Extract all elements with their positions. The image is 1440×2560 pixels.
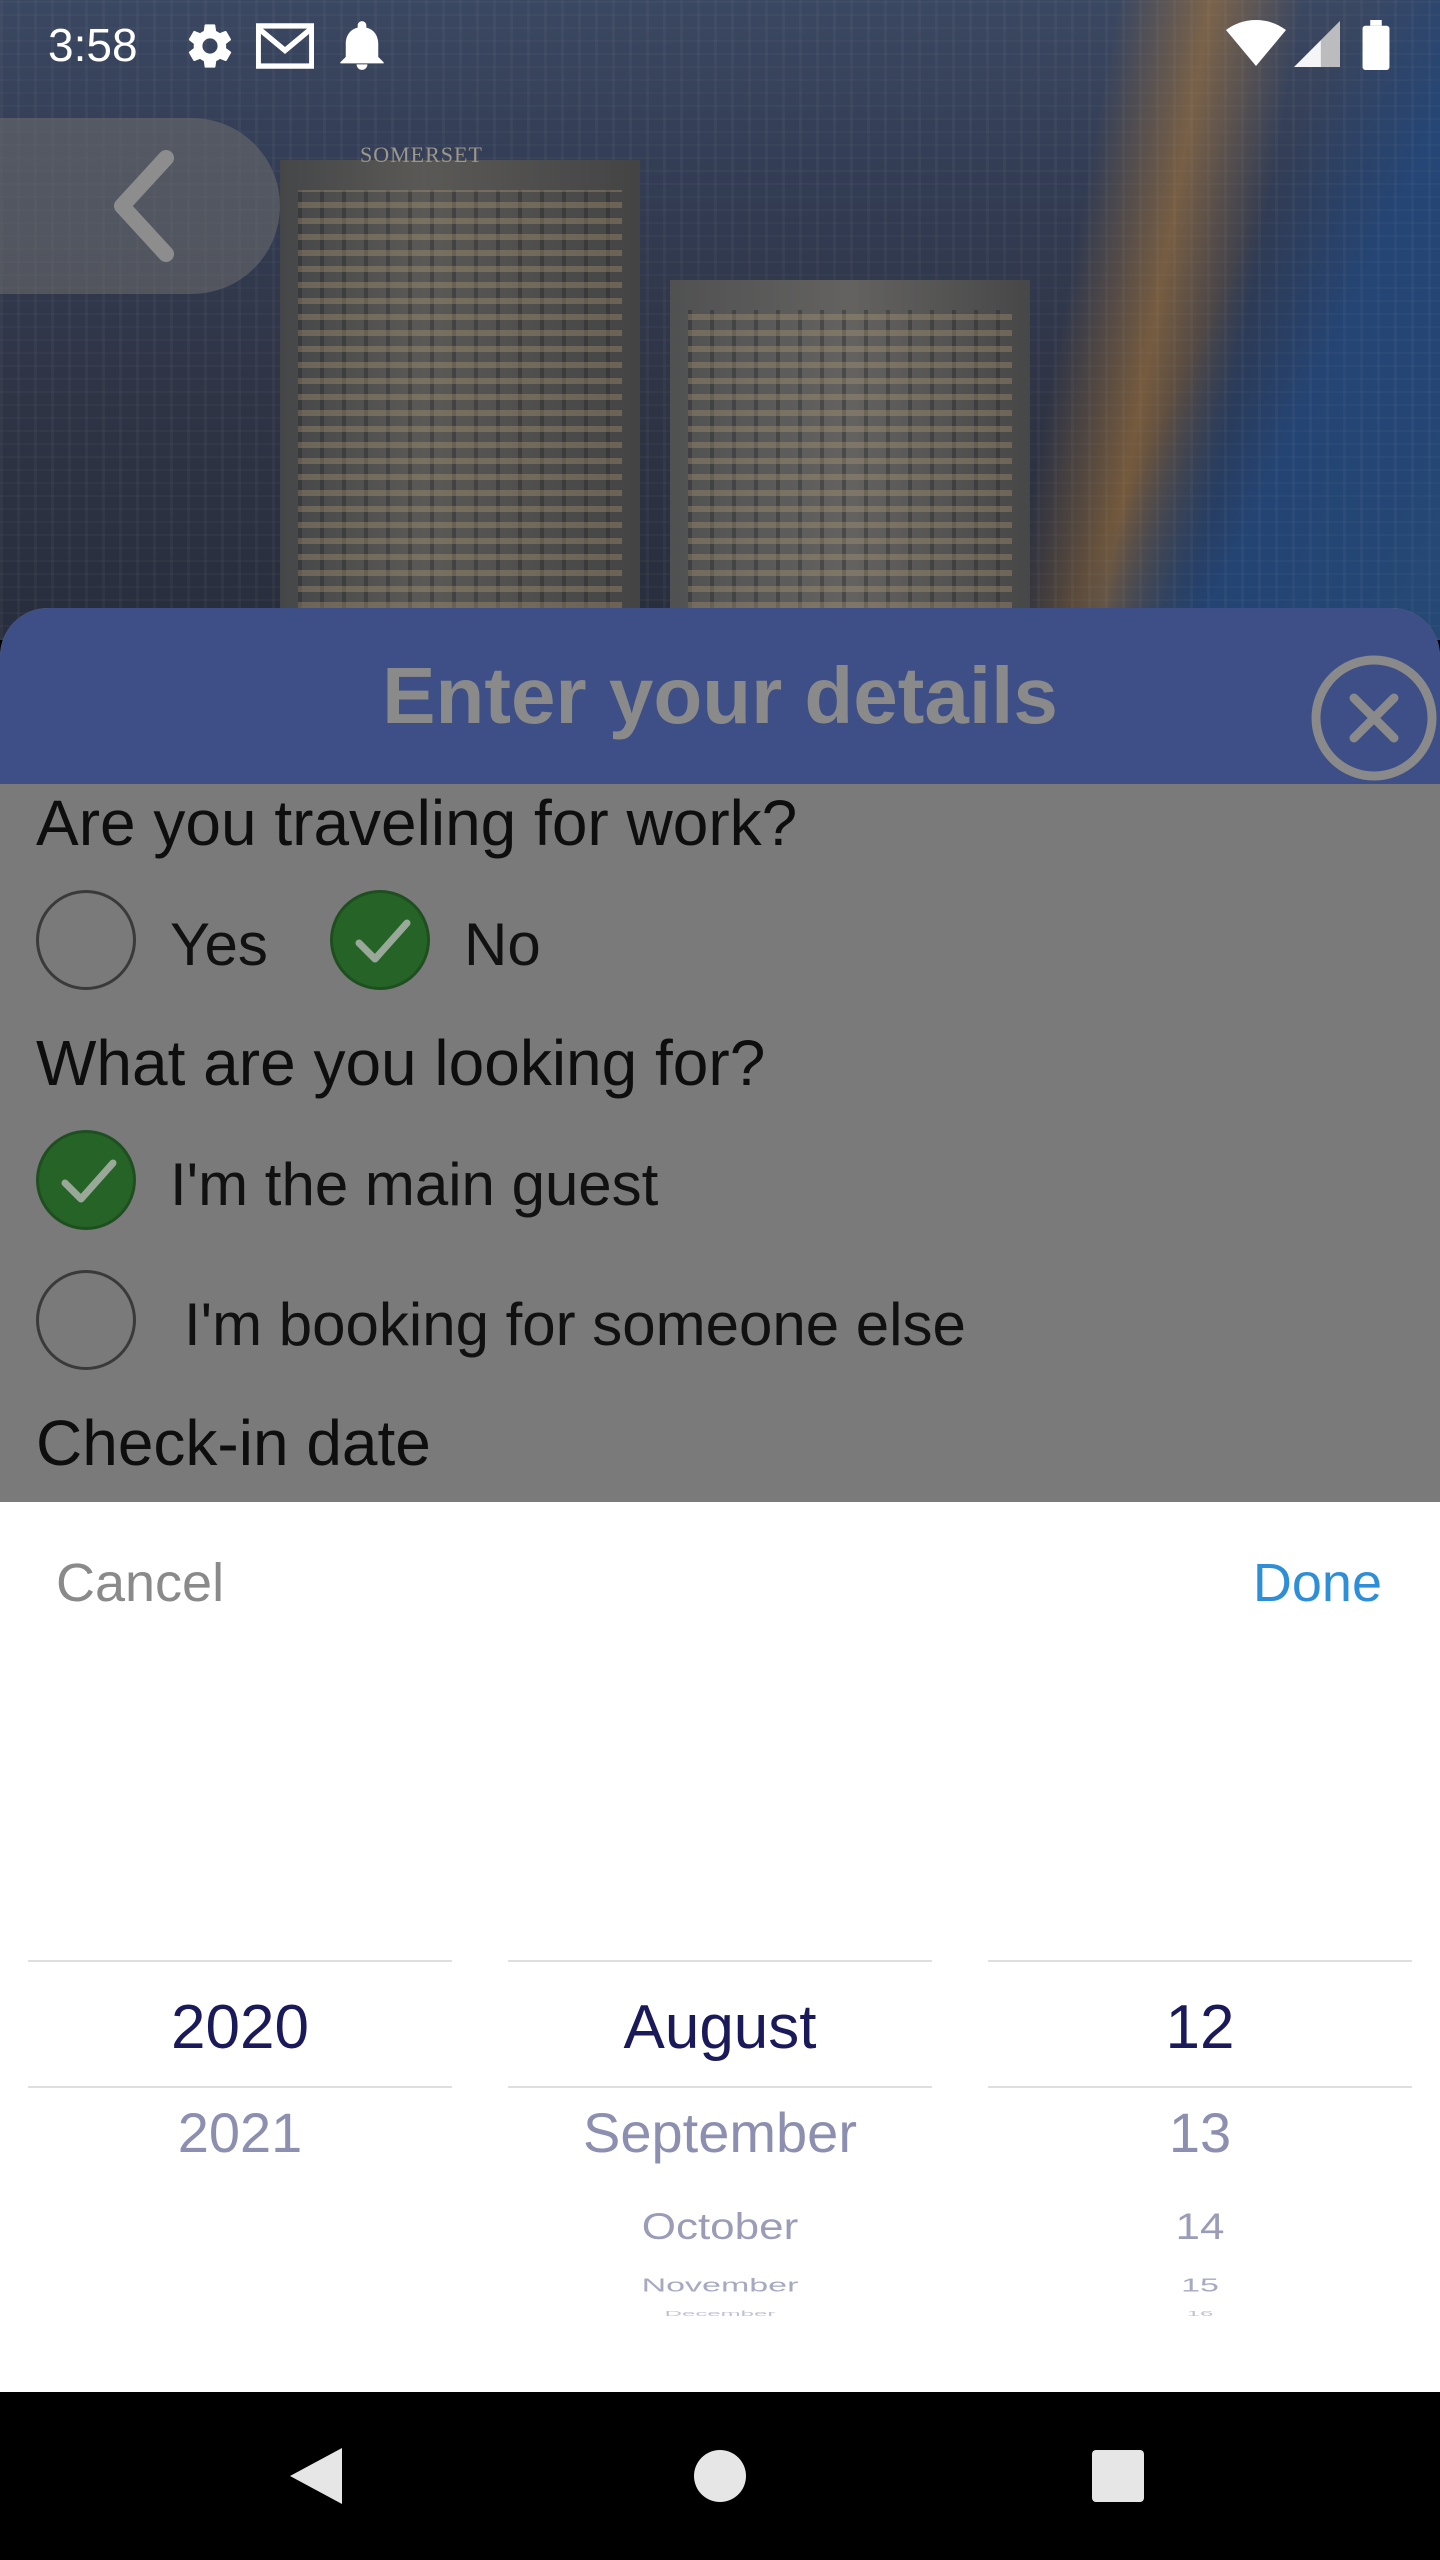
day-option[interactable]: 13	[988, 2100, 1412, 2165]
radio-work-yes-label[interactable]: Yes	[170, 910, 268, 979]
month-option[interactable]: December	[508, 2310, 932, 2318]
bell-icon	[340, 21, 384, 70]
radio-someone-else[interactable]	[36, 1270, 136, 1370]
done-button[interactable]: Done	[1253, 1552, 1382, 1614]
battery-icon	[1362, 20, 1390, 70]
sheet-title: Enter your details	[382, 651, 1058, 740]
month-option[interactable]: October	[508, 2206, 932, 2249]
chevron-left-icon	[114, 150, 174, 262]
radio-main-guest[interactable]	[36, 1130, 136, 1230]
radio-someone-else-label[interactable]: I'm booking for someone else	[184, 1290, 966, 1359]
radio-main-guest-label[interactable]: I'm the main guest	[170, 1150, 658, 1219]
month-option[interactable]: November	[508, 2275, 932, 2296]
radio-work-yes[interactable]	[36, 890, 136, 990]
cancel-button[interactable]: Cancel	[56, 1552, 224, 1614]
gear-icon	[188, 24, 232, 68]
gmail-icon	[256, 23, 314, 69]
looking-question: What are you looking for?	[36, 1027, 766, 1099]
day-option[interactable]: 16	[988, 2310, 1412, 2318]
close-icon	[1311, 655, 1437, 781]
work-question: Are you traveling for work?	[36, 787, 798, 859]
checkmark-icon	[355, 919, 411, 963]
day-option[interactable]: 14	[988, 2206, 1412, 2249]
wifi-icon	[1226, 20, 1286, 66]
nav-home-icon[interactable]	[692, 2448, 748, 2504]
year-option[interactable]: 2021	[28, 2100, 452, 2165]
year-selected[interactable]: 2020	[28, 1992, 452, 2063]
details-sheet: Enter your details Are you traveling for…	[0, 608, 1440, 1502]
checkmark-icon	[61, 1159, 117, 1203]
month-selected[interactable]: August	[508, 1992, 932, 2063]
hero-image: SOMERSET	[0, 0, 1440, 640]
close-button[interactable]	[1311, 655, 1437, 781]
status-time: 3:58	[48, 19, 138, 71]
day-selected[interactable]: 12	[988, 1992, 1412, 2063]
radio-work-no[interactable]	[330, 890, 430, 990]
nav-recents-icon[interactable]	[1090, 2448, 1146, 2504]
nav-back-icon[interactable]	[286, 2444, 346, 2508]
navigation-bar	[0, 2392, 1440, 2560]
radio-work-no-label[interactable]: No	[464, 910, 541, 979]
signal-icon	[1294, 21, 1340, 67]
status-bar: 3:58	[0, 0, 1440, 84]
day-option[interactable]: 15	[988, 2275, 1412, 2296]
month-option[interactable]: September	[508, 2100, 932, 2165]
checkin-date-label: Check-in date	[36, 1407, 431, 1479]
back-button[interactable]	[0, 118, 280, 294]
date-picker: Cancel Done 2020 2021 August September O…	[0, 1502, 1440, 2392]
sheet-header: Enter your details	[0, 608, 1440, 784]
